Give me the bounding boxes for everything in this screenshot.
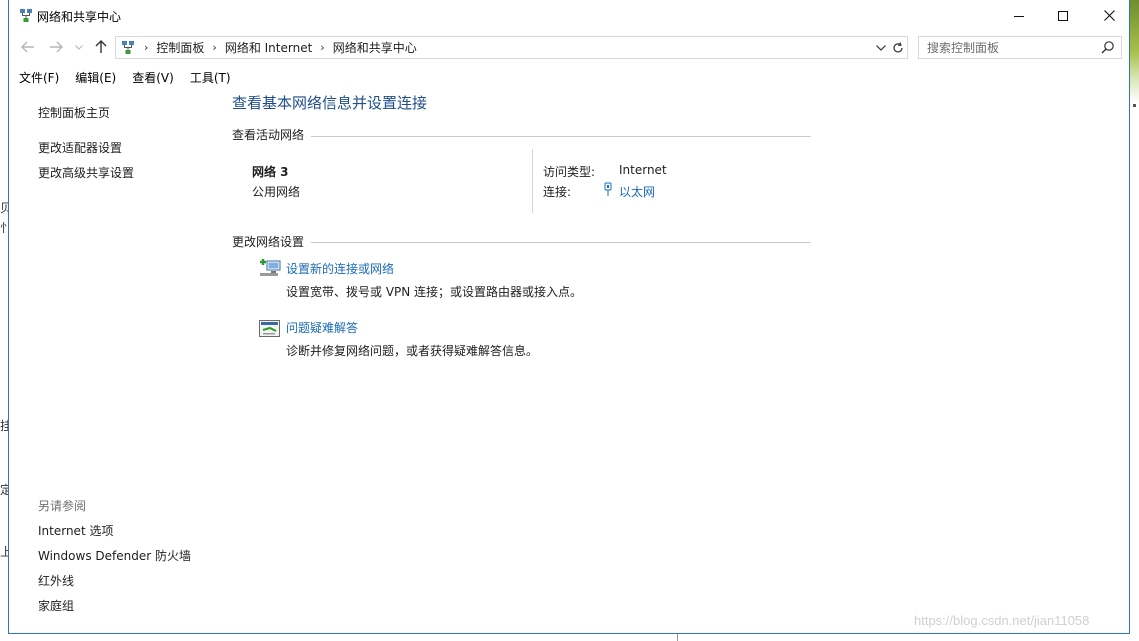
network-type: 公用网络 [252, 185, 301, 199]
maximize-button[interactable] [1040, 0, 1086, 31]
setup-new-connection-link[interactable]: 设置新的连接或网络 [286, 260, 394, 277]
desktop-bottom-tick [677, 634, 678, 641]
navigation-bar: › 控制面板 › 网络和 Internet › 网络和共享中心 [9, 35, 1129, 61]
network-name: 网络 3 [252, 165, 289, 179]
breadcrumb-control-panel[interactable]: 控制面板 [156, 39, 204, 56]
breadcrumb-separator-icon[interactable]: › [212, 41, 216, 54]
sidebar-link-homegroup[interactable]: 家庭组 [38, 597, 74, 614]
sidebar-link-control-panel-home[interactable]: 控制面板主页 [38, 104, 110, 121]
desktop-right-edge [1130, 0, 1139, 641]
forward-button[interactable] [46, 35, 66, 59]
connection-ethernet-link[interactable]: 以太网 [619, 183, 655, 200]
title-bar[interactable]: 网络和共享中心 [9, 0, 1129, 31]
sidebar-link-advanced-sharing[interactable]: 更改高级共享设置 [38, 164, 134, 181]
arrow-left-icon [21, 41, 34, 53]
search-input[interactable] [927, 40, 1097, 55]
change-settings-label: 更改网络设置 [232, 235, 305, 249]
network-center-icon [20, 9, 32, 22]
watermark: https://blog.csdn.net/jian11058 [914, 613, 1090, 628]
control-panel-icon [122, 40, 134, 54]
access-type-value: Internet [619, 163, 667, 177]
minimize-icon [1014, 15, 1024, 17]
breadcrumb-separator-icon[interactable]: › [144, 41, 148, 54]
sidebar-link-defender-firewall[interactable]: Windows Defender 防火墙 [38, 547, 191, 564]
window-title: 网络和共享中心 [37, 10, 122, 24]
sidebar-link-infrared[interactable]: 红外线 [38, 572, 74, 589]
section-divider [311, 242, 811, 243]
minimize-button[interactable] [996, 0, 1042, 31]
search-box[interactable] [918, 36, 1122, 59]
active-networks-label: 查看活动网络 [232, 128, 305, 142]
menu-bar: 文件(F) 编辑(E) 查看(V) 工具(T) [9, 67, 1129, 87]
back-button[interactable] [18, 35, 38, 59]
menu-file[interactable]: 文件(F) [19, 67, 59, 87]
page-title: 查看基本网络信息并设置连接 [232, 94, 428, 112]
section-divider [311, 136, 811, 137]
ethernet-icon [604, 182, 612, 196]
search-icon[interactable] [1101, 40, 1115, 54]
arrow-right-icon [50, 41, 63, 53]
connection-label: 连接: [543, 185, 572, 199]
arrow-up-icon [95, 40, 107, 53]
setup-new-connection-desc: 设置宽带、拨号或 VPN 连接；或设置路由器或接入点。 [286, 285, 583, 299]
troubleshoot-desc: 诊断并修复网络问题，或者获得疑难解答信息。 [286, 344, 539, 358]
chevron-down-icon [75, 44, 83, 50]
menu-edit[interactable]: 编辑(E) [75, 67, 116, 87]
network-divider [532, 149, 533, 213]
access-type-label: 访问类型: [543, 165, 596, 179]
desktop-left-edge: 贝 忄 挂 定 上 [0, 0, 12, 641]
up-button[interactable] [91, 35, 111, 59]
breadcrumb-separator-icon[interactable]: › [320, 41, 324, 54]
menu-tools[interactable]: 工具(T) [190, 67, 231, 87]
sidebar-link-adapter-settings[interactable]: 更改适配器设置 [38, 139, 122, 156]
network-sharing-window: 网络和共享中心 › 控制面板 › 网络和 Internet › 网络和共享中心 … [8, 0, 1130, 634]
breadcrumb-network-internet[interactable]: 网络和 Internet [225, 39, 312, 56]
close-icon [1103, 10, 1115, 21]
troubleshoot-link[interactable]: 问题疑难解答 [286, 319, 358, 336]
breadcrumb-network-sharing-center[interactable]: 网络和共享中心 [333, 39, 417, 56]
maximize-icon [1058, 10, 1068, 21]
refresh-button[interactable] [890, 39, 906, 57]
left-pane: 控制面板主页 更改适配器设置 更改高级共享设置 另请参阅 Internet 选项… [9, 88, 221, 634]
troubleshoot-icon [259, 320, 280, 337]
chevron-down-icon [876, 45, 886, 51]
see-also-heading: 另请参阅 [38, 499, 87, 513]
sidebar-link-internet-options[interactable]: Internet 选项 [38, 522, 113, 539]
desktop-bottom-strip [0, 634, 1139, 641]
recent-locations-button[interactable] [72, 35, 86, 59]
close-button[interactable] [1086, 0, 1132, 31]
desktop-dot [1133, 104, 1136, 107]
main-content: 查看基本网络信息并设置连接 查看活动网络 网络 3 公用网络 访问类型: Int… [231, 88, 1129, 634]
menu-view[interactable]: 查看(V) [132, 67, 174, 87]
refresh-icon [893, 42, 903, 53]
address-bar[interactable]: › 控制面板 › 网络和 Internet › 网络和共享中心 [115, 36, 908, 59]
address-dropdown-button[interactable] [874, 39, 888, 57]
new-connection-icon [260, 259, 281, 276]
